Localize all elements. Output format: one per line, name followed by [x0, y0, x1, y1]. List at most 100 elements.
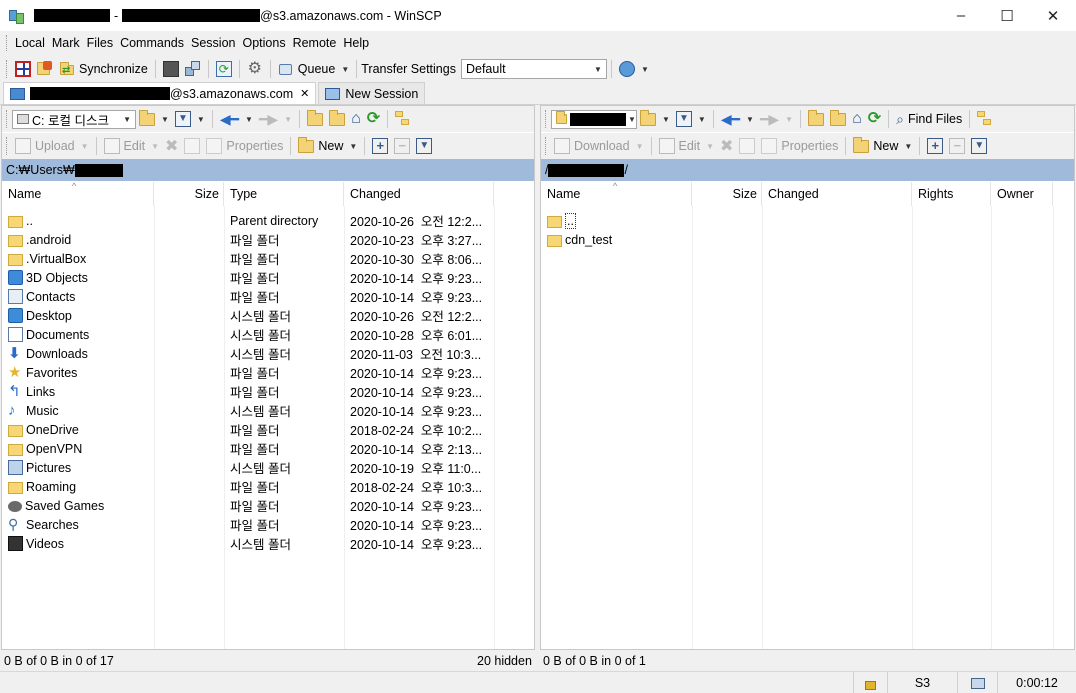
remote-edit-button[interactable]: Edit ▼	[656, 135, 717, 157]
download-button[interactable]: Download ▼	[551, 135, 647, 157]
queue-button[interactable]: Queue ▼	[275, 58, 352, 80]
local-open-folder-button[interactable]: ▼	[136, 108, 172, 130]
remote-open-folder-button[interactable]: ▼	[637, 108, 673, 130]
remote-refresh-button[interactable]: ⟳	[865, 108, 884, 130]
local-parent-dir-button[interactable]	[304, 108, 326, 130]
local-col-type[interactable]: Type	[224, 182, 344, 206]
local-filter-button[interactable]: ▼ ▼	[172, 108, 208, 130]
remote-directory-select[interactable]: ▼	[551, 109, 637, 129]
local-forward-button[interactable]: ━▶ ▼	[256, 108, 295, 130]
compare-directories-button[interactable]	[12, 58, 34, 80]
remote-col-size[interactable]: Size	[692, 182, 762, 206]
local-tree-button[interactable]	[392, 108, 414, 130]
remote-new-button[interactable]: New ▼	[850, 135, 915, 157]
menu-options[interactable]: Options	[239, 36, 288, 50]
remote-tree-button[interactable]	[974, 108, 996, 130]
file-changed: 2020-10-14 오후 9:23...	[350, 367, 483, 381]
local-new-button[interactable]: New ▼	[295, 135, 360, 157]
table-row[interactable]: .. Parent directory 2020-10-26 오전 12:2...	[2, 211, 534, 230]
table-row[interactable]: OpenVPN 파일 폴더 2020-10-14 오후 2:13...	[2, 439, 534, 458]
local-col-name[interactable]: Name ^	[2, 181, 154, 206]
table-row[interactable]: .android 파일 폴더 2020-10-23 오후 3:27...	[2, 230, 534, 249]
remote-delete-button[interactable]: ✖	[717, 135, 736, 157]
local-home-button[interactable]: ⌂	[348, 108, 364, 130]
table-row[interactable]: 3D Objects 파일 폴더 2020-10-14 오후 9:23...	[2, 268, 534, 287]
table-row[interactable]: ★ Favorites 파일 폴더 2020-10-14 오후 9:23...	[2, 363, 534, 382]
menu-help[interactable]: Help	[340, 36, 372, 50]
remote-filter-button[interactable]: ▼ ▼	[673, 108, 709, 130]
table-row[interactable]: OneDrive 파일 폴더 2018-02-24 오후 10:2...	[2, 420, 534, 439]
close-button[interactable]: ✕	[1030, 0, 1076, 31]
local-filter-mask-button[interactable]: ▼	[413, 135, 435, 157]
remote-path-bar[interactable]: / /	[541, 159, 1074, 181]
refresh-button[interactable]: ⟳	[213, 58, 235, 80]
remote-col-name[interactable]: Name ^	[541, 181, 692, 206]
local-back-button[interactable]: ◀━ ▼	[217, 108, 256, 130]
minimize-button[interactable]: –	[938, 0, 984, 31]
remote-col-owner[interactable]: Owner	[991, 182, 1053, 206]
menu-mark[interactable]: Mark	[49, 36, 83, 50]
table-row[interactable]: Contacts 파일 폴더 2020-10-14 오후 9:23...	[2, 287, 534, 306]
tab-new-session[interactable]: New Session	[318, 82, 426, 104]
remote-file-list[interactable]: Name ^ Size Changed Rights Owner .. cdn_te…	[541, 181, 1074, 649]
table-row[interactable]: ↰ Links 파일 폴더 2020-10-14 오후 9:23...	[2, 382, 534, 401]
remote-home-button[interactable]: ⌂	[849, 108, 865, 130]
remote-col-rights[interactable]: Rights	[912, 182, 991, 206]
menu-session[interactable]: Session	[188, 36, 238, 50]
file-name: Music	[26, 403, 59, 418]
local-rename-button[interactable]	[181, 135, 203, 157]
transfer-settings-select[interactable]: Default ▼	[460, 59, 607, 79]
table-row[interactable]: Documents 시스템 폴더 2020-10-28 오후 6:01...	[2, 325, 534, 344]
find-files-button[interactable]: ⌕ Find Files	[893, 108, 965, 130]
transfer-settings-preset-button[interactable]: ▼	[616, 58, 652, 80]
table-row[interactable]: ⚲ Searches 파일 폴더 2020-10-14 오후 9:23...	[2, 515, 534, 534]
remote-col-changed[interactable]: Changed	[762, 182, 912, 206]
table-row[interactable]: Saved Games 파일 폴더 2020-10-14 오후 9:23...	[2, 496, 534, 515]
table-row[interactable]: Desktop 시스템 폴더 2020-10-26 오전 12:2...	[2, 306, 534, 325]
table-row[interactable]: ..	[541, 211, 1074, 230]
local-col-changed[interactable]: Changed	[344, 182, 494, 206]
remote-parent-dir-button[interactable]	[805, 108, 827, 130]
putty-button[interactable]	[182, 58, 204, 80]
synchronize-button[interactable]: ⇄ Synchronize	[56, 58, 151, 80]
remote-properties-button[interactable]: Properties	[758, 135, 841, 157]
table-row[interactable]: ♪ Music 시스템 폴더 2020-10-14 오후 9:23...	[2, 401, 534, 420]
menu-remote[interactable]: Remote	[290, 36, 340, 50]
remote-back-button[interactable]: ◀━ ▼	[718, 108, 757, 130]
local-root-dir-button[interactable]	[326, 108, 348, 130]
table-row[interactable]: ⬇ Downloads 시스템 폴더 2020-11-03 오전 10:3...	[2, 344, 534, 363]
open-terminal-button[interactable]	[160, 58, 182, 80]
tab-session[interactable]: @s3.amazonaws.com ✕	[3, 82, 317, 104]
preferences-button[interactable]: ⚙	[244, 58, 266, 80]
local-hidden-status[interactable]: 20 hidden	[477, 654, 532, 668]
remote-rename-button[interactable]	[736, 135, 758, 157]
remote-forward-button[interactable]: ━▶ ▼	[757, 108, 796, 130]
remote-filter-mask-button[interactable]: ▼	[968, 135, 990, 157]
upload-button[interactable]: Upload ▼	[12, 135, 92, 157]
menu-commands[interactable]: Commands	[117, 36, 187, 50]
local-drive-select[interactable]: C: 로컬 디스크 ▼	[12, 109, 136, 129]
local-select-all-button[interactable]: +	[369, 135, 391, 157]
table-row[interactable]: Videos 시스템 폴더 2020-10-14 오후 9:23...	[2, 534, 534, 553]
toolbar-grip[interactable]	[6, 35, 9, 51]
menu-files[interactable]: Files	[84, 36, 116, 50]
local-file-list[interactable]: Name ^ Size Type Changed .. Parent directo…	[2, 181, 534, 649]
local-properties-button[interactable]: Properties	[203, 135, 286, 157]
local-delete-button[interactable]: ✖	[162, 135, 181, 157]
remote-select-all-button[interactable]: +	[924, 135, 946, 157]
synchronize-browsing-button[interactable]	[34, 58, 56, 80]
local-path-bar[interactable]: C:₩Users₩	[2, 159, 534, 181]
local-col-size[interactable]: Size	[154, 182, 224, 206]
table-row[interactable]: Pictures 시스템 폴더 2020-10-19 오후 11:0...	[2, 458, 534, 477]
table-row[interactable]: Roaming 파일 폴더 2018-02-24 오후 10:3...	[2, 477, 534, 496]
remote-root-dir-button[interactable]	[827, 108, 849, 130]
local-refresh-button[interactable]: ⟳	[364, 108, 383, 130]
table-row[interactable]: cdn_test	[541, 230, 1074, 249]
local-edit-button[interactable]: Edit ▼	[101, 135, 162, 157]
menu-local[interactable]: Local	[12, 36, 48, 50]
close-tab-icon[interactable]: ✕	[300, 87, 309, 100]
remote-unselect-button[interactable]: −	[946, 135, 968, 157]
local-unselect-button[interactable]: −	[391, 135, 413, 157]
maximize-button[interactable]: ☐	[984, 0, 1030, 31]
table-row[interactable]: .VirtualBox 파일 폴더 2020-10-30 오후 8:06...	[2, 249, 534, 268]
